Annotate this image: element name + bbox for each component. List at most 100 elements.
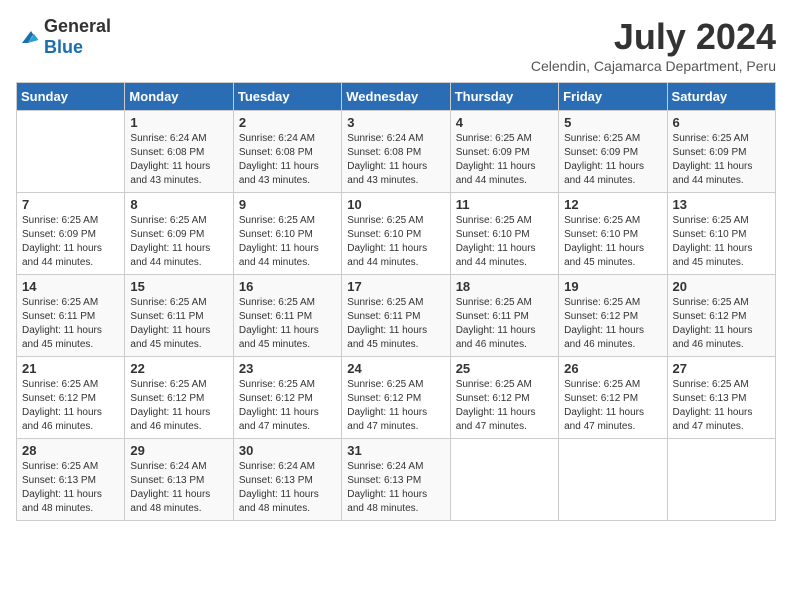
calendar-cell: 9 Sunrise: 6:25 AM Sunset: 6:10 PM Daylig… <box>233 193 341 275</box>
day-number: 22 <box>130 361 227 376</box>
day-detail: Sunrise: 6:24 AM Sunset: 6:13 PM Dayligh… <box>347 460 444 516</box>
calendar-cell: 13Sunrise: 6:25 AM Sunset: 6:10 PM Dayli… <box>667 193 775 275</box>
calendar-cell: 20Sunrise: 6:25 AM Sunset: 6:12 PM Dayli… <box>667 275 775 357</box>
week-row-5: 28 Sunrise: 6:25 AM Sunset: 6:13 PM Dayli… <box>17 439 776 521</box>
day-detail: Sunrise: 6:24 AM Sunset: 6:08 PM Dayligh… <box>239 132 336 188</box>
day-detail: Sunrise: 6:25 AM Sunset: 6:09 PM Dayligh… <box>673 132 770 188</box>
calendar-cell: 27Sunrise: 6:25 AM Sunset: 6:13 PM Dayli… <box>667 357 775 439</box>
day-number: 11 <box>456 197 553 212</box>
day-detail: Sunrise: 6:25 AM Sunset: 6:12 PM Dayligh… <box>564 296 661 352</box>
day-number: 7 <box>22 197 119 212</box>
calendar-cell <box>17 111 125 193</box>
calendar-cell: 1Sunrise: 6:24 AM Sunset: 6:08 PM Daylig… <box>125 111 233 193</box>
calendar-cell: 21 Sunrise: 6:25 AM Sunset: 6:12 PM Dayli… <box>17 357 125 439</box>
day-number: 27 <box>673 361 770 376</box>
day-number: 21 <box>22 361 119 376</box>
day-number: 25 <box>456 361 553 376</box>
calendar-cell: 26Sunrise: 6:25 AM Sunset: 6:12 PM Dayli… <box>559 357 667 439</box>
calendar-cell: 30Sunrise: 6:24 AM Sunset: 6:13 PM Dayli… <box>233 439 341 521</box>
day-number: 26 <box>564 361 661 376</box>
day-detail: Sunrise: 6:24 AM Sunset: 6:13 PM Dayligh… <box>239 460 336 516</box>
day-detail: Sunrise: 6:25 AM Sunset: 6:12 PM Dayligh… <box>239 378 336 434</box>
calendar-cell <box>559 439 667 521</box>
header-cell-tuesday: Tuesday <box>233 83 341 111</box>
calendar-cell: 14 Sunrise: 6:25 AM Sunset: 6:11 PM Dayli… <box>17 275 125 357</box>
calendar-cell: 24Sunrise: 6:25 AM Sunset: 6:12 PM Dayli… <box>342 357 450 439</box>
week-row-1: 1 Sunrise: 6:24 AM Sunset: 6:08 PM Daylig… <box>17 111 776 193</box>
calendar-cell: 15Sunrise: 6:25 AM Sunset: 6:11 PM Dayli… <box>125 275 233 357</box>
month-title: July 2024 <box>531 16 776 58</box>
day-detail: Sunrise: 6:25 AM Sunset: 6:12 PM Dayligh… <box>347 378 444 434</box>
day-number: 14 <box>22 279 119 294</box>
calendar-cell: 18 Sunrise: 6:25 AM Sunset: 6:11 PM Dayli… <box>450 275 558 357</box>
day-detail: Sunrise: 6:25 AM Sunset: 6:09 PM Dayligh… <box>564 132 661 188</box>
day-number: 17 <box>347 279 444 294</box>
day-number: 1 <box>130 115 227 130</box>
calendar-body: 1 Sunrise: 6:24 AM Sunset: 6:08 PM Daylig… <box>17 111 776 521</box>
calendar-cell: 7 Sunrise: 6:25 AM Sunset: 6:09 PM Daylig… <box>17 193 125 275</box>
calendar-cell: 3 Sunrise: 6:24 AM Sunset: 6:08 PM Daylig… <box>342 111 450 193</box>
day-detail: Sunrise: 6:25 AM Sunset: 6:12 PM Dayligh… <box>22 378 119 434</box>
header-cell-monday: Monday <box>125 83 233 111</box>
logo-text: General Blue <box>44 16 111 58</box>
day-detail: Sunrise: 6:25 AM Sunset: 6:09 PM Dayligh… <box>22 214 119 270</box>
header-cell-saturday: Saturday <box>667 83 775 111</box>
day-number: 31 <box>347 443 444 458</box>
calendar-header: SundayMondayTuesdayWednesdayThursdayFrid… <box>17 83 776 111</box>
calendar-cell: 2 Sunrise: 6:24 AM Sunset: 6:08 PM Daylig… <box>233 111 341 193</box>
logo-icon <box>16 25 40 49</box>
day-detail: Sunrise: 6:25 AM Sunset: 6:13 PM Dayligh… <box>22 460 119 516</box>
calendar-cell: 17 Sunrise: 6:25 AM Sunset: 6:11 PM Dayli… <box>342 275 450 357</box>
day-detail: Sunrise: 6:25 AM Sunset: 6:09 PM Dayligh… <box>130 214 227 270</box>
calendar-cell: 10Sunrise: 6:25 AM Sunset: 6:10 PM Dayli… <box>342 193 450 275</box>
day-number: 4 <box>456 115 553 130</box>
day-detail: Sunrise: 6:25 AM Sunset: 6:12 PM Dayligh… <box>456 378 553 434</box>
day-detail: Sunrise: 6:24 AM Sunset: 6:08 PM Dayligh… <box>347 132 444 188</box>
calendar-cell: 29 Sunrise: 6:24 AM Sunset: 6:13 PM Dayli… <box>125 439 233 521</box>
page-header: General Blue July 2024 Celendin, Cajamar… <box>16 16 776 74</box>
calendar-table: SundayMondayTuesdayWednesdayThursdayFrid… <box>16 82 776 521</box>
calendar-cell: 12Sunrise: 6:25 AM Sunset: 6:10 PM Dayli… <box>559 193 667 275</box>
day-detail: Sunrise: 6:25 AM Sunset: 6:11 PM Dayligh… <box>239 296 336 352</box>
day-number: 18 <box>456 279 553 294</box>
day-number: 5 <box>564 115 661 130</box>
day-detail: Sunrise: 6:25 AM Sunset: 6:10 PM Dayligh… <box>456 214 553 270</box>
calendar-cell: 16 Sunrise: 6:25 AM Sunset: 6:11 PM Dayli… <box>233 275 341 357</box>
day-detail: Sunrise: 6:25 AM Sunset: 6:11 PM Dayligh… <box>347 296 444 352</box>
calendar-cell: 23 Sunrise: 6:25 AM Sunset: 6:12 PM Dayli… <box>233 357 341 439</box>
day-number: 15 <box>130 279 227 294</box>
day-detail: Sunrise: 6:25 AM Sunset: 6:09 PM Dayligh… <box>456 132 553 188</box>
header-cell-friday: Friday <box>559 83 667 111</box>
day-number: 28 <box>22 443 119 458</box>
day-number: 3 <box>347 115 444 130</box>
day-detail: Sunrise: 6:25 AM Sunset: 6:10 PM Dayligh… <box>564 214 661 270</box>
day-detail: Sunrise: 6:25 AM Sunset: 6:12 PM Dayligh… <box>673 296 770 352</box>
calendar-cell: 25 Sunrise: 6:25 AM Sunset: 6:12 PM Dayli… <box>450 357 558 439</box>
day-number: 2 <box>239 115 336 130</box>
week-row-3: 14 Sunrise: 6:25 AM Sunset: 6:11 PM Dayli… <box>17 275 776 357</box>
day-detail: Sunrise: 6:25 AM Sunset: 6:11 PM Dayligh… <box>456 296 553 352</box>
calendar-cell: 22 Sunrise: 6:25 AM Sunset: 6:12 PM Dayli… <box>125 357 233 439</box>
day-number: 9 <box>239 197 336 212</box>
day-detail: Sunrise: 6:25 AM Sunset: 6:12 PM Dayligh… <box>130 378 227 434</box>
calendar-cell: 4 Sunrise: 6:25 AM Sunset: 6:09 PM Daylig… <box>450 111 558 193</box>
day-detail: Sunrise: 6:25 AM Sunset: 6:10 PM Dayligh… <box>673 214 770 270</box>
day-detail: Sunrise: 6:25 AM Sunset: 6:10 PM Dayligh… <box>239 214 336 270</box>
week-row-4: 21 Sunrise: 6:25 AM Sunset: 6:12 PM Dayli… <box>17 357 776 439</box>
calendar-cell: 19Sunrise: 6:25 AM Sunset: 6:12 PM Dayli… <box>559 275 667 357</box>
logo-blue: Blue <box>44 37 83 57</box>
week-row-2: 7 Sunrise: 6:25 AM Sunset: 6:09 PM Daylig… <box>17 193 776 275</box>
calendar-cell: 31 Sunrise: 6:24 AM Sunset: 6:13 PM Dayli… <box>342 439 450 521</box>
calendar-cell: 28 Sunrise: 6:25 AM Sunset: 6:13 PM Dayli… <box>17 439 125 521</box>
header-row: SundayMondayTuesdayWednesdayThursdayFrid… <box>17 83 776 111</box>
day-number: 16 <box>239 279 336 294</box>
day-number: 23 <box>239 361 336 376</box>
calendar-cell <box>450 439 558 521</box>
calendar-cell: 5 Sunrise: 6:25 AM Sunset: 6:09 PM Daylig… <box>559 111 667 193</box>
day-number: 29 <box>130 443 227 458</box>
day-detail: Sunrise: 6:25 AM Sunset: 6:11 PM Dayligh… <box>22 296 119 352</box>
day-detail: Sunrise: 6:24 AM Sunset: 6:13 PM Dayligh… <box>130 460 227 516</box>
day-number: 10 <box>347 197 444 212</box>
calendar-cell <box>667 439 775 521</box>
title-area: July 2024 Celendin, Cajamarca Department… <box>531 16 776 74</box>
